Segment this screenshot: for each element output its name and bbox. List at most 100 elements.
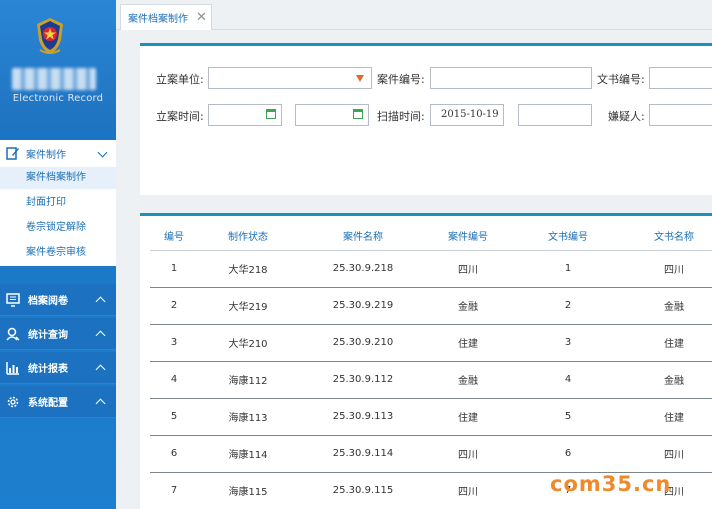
table-cell: 海康115 [198,472,298,509]
case-no-input[interactable] [430,67,592,89]
sidebar-item-file-review[interactable]: 案件卷宗审核 [0,242,116,264]
table-row[interactable]: 1 大华218 25.30.9.218 四川 1 四川 [150,250,712,288]
dropdown-caret-icon [356,75,364,82]
table-cell: 四川 [428,250,508,288]
table-cell: 海康112 [198,361,298,399]
table-cell: 海康113 [198,398,298,436]
table-cell: 金融 [428,287,508,325]
table-header-cell: 文书名称 [628,222,712,251]
scan-end-date-input[interactable] [518,104,592,126]
table-cell: 住建 [428,398,508,436]
filed-time-label: 立案时间: [156,110,204,123]
menu-group-label: 系统配置 [28,398,68,409]
table-cell: 25.30.9.113 [298,398,428,436]
sidebar-item-cover-print[interactable]: 封面打印 [0,192,116,214]
menu-group-label: 统计报表 [28,364,68,375]
table-cell: 25.30.9.114 [298,435,428,473]
table-cell: 4 [508,361,628,399]
search-form-panel: 立案单位: 案件编号: 文书编号: 立案时间: 扫描时间: 2015-10-19… [140,43,712,195]
table-cell: 2 [508,287,628,325]
sidebar-item-file-unlock[interactable]: 卷宗锁定解除 [0,217,116,239]
table-header-cell: 案件名称 [298,222,428,251]
table-cell: 6 [150,435,198,473]
table-header-cell: 案件编号 [428,222,508,251]
table-cell: 四川 [428,435,508,473]
blurred-system-title [12,68,96,90]
user-search-icon [6,327,20,341]
table-cell: 5 [150,398,198,436]
menu-group-label: 统计查询 [28,330,68,341]
table-cell: 海康114 [198,435,298,473]
chevron-up-icon [95,330,106,341]
table-row[interactable]: 6 海康114 25.30.9.114 四川 6 四川 [150,435,712,473]
doc-no-label: 文书编号: [597,73,645,86]
chevron-up-icon [95,398,106,409]
menu-group-case-production: 案件制作 案件档案制作 封面打印 卷宗锁定解除 案件卷宗审核 [0,140,116,266]
suspect-label: 嫌疑人: [608,110,645,123]
logo-area: Electronic Record [0,0,116,130]
table-cell: 大华210 [198,324,298,362]
chevron-up-icon [95,296,106,307]
table-cell: 25.30.9.112 [298,361,428,399]
scan-start-date-input[interactable]: 2015-10-19 [430,104,504,126]
table-cell: 住建 [628,398,712,436]
menu-group-statistics-query[interactable]: 统计查询 [0,318,116,350]
table-cell: 3 [150,324,198,362]
menu-group-statistics-report[interactable]: 统计报表 [0,352,116,384]
table-row[interactable]: 2 大华219 25.30.9.219 金融 2 金融 [150,287,712,325]
table-cell: 大华218 [198,250,298,288]
table-cell: 1 [150,250,198,288]
tab-bar: 案件档案制作 ✕ [116,0,712,30]
table-cell: 25.30.9.219 [298,287,428,325]
table-row[interactable]: 4 海康112 25.30.9.112 金融 4 金融 [150,361,712,399]
case-no-label: 案件编号: [377,73,425,86]
table-cell: 四川 [628,250,712,288]
table-cell: 7 [150,472,198,509]
table-cell: 金融 [428,361,508,399]
table-cell: 住建 [428,324,508,362]
chevron-up-icon [95,364,106,375]
scan-time-label: 扫描时间: [377,110,425,123]
table-cell: 4 [150,361,198,399]
bar-chart-icon [6,361,19,375]
table-header-cell: 文书编号 [508,222,628,251]
case-table: 编号 制作状态 案件名称 案件编号 文书编号 文书名称 1 大华218 25.30.9.218… [150,222,712,509]
table-cell: 住建 [628,324,712,362]
table-header-cell: 制作状态 [198,222,298,251]
unit-select[interactable] [208,67,372,89]
table-cell: 四川 [428,472,508,509]
gear-icon [7,396,19,407]
menu-group-archive-reading[interactable]: 档案阅卷 [0,284,116,316]
close-icon[interactable]: ✕ [196,11,207,24]
table-cell: 2 [150,287,198,325]
table-row[interactable]: 5 海康113 25.30.9.113 住建 5 住建 [150,398,712,436]
table-cell: 金融 [628,287,712,325]
document-edit-icon [6,147,19,160]
menu-group-label: 档案阅卷 [28,296,68,307]
suspect-input[interactable] [649,104,712,126]
table-cell: 5 [508,398,628,436]
monitor-icon [6,292,20,307]
doc-no-input[interactable] [649,67,712,89]
menu-group-system-config[interactable]: 系统配置 [0,386,116,418]
table-row[interactable]: 3 大华210 25.30.9.210 住建 3 住建 [150,324,712,362]
table-cell: 25.30.9.210 [298,324,428,362]
main-content: 立案单位: 案件编号: 文书编号: 立案时间: 扫描时间: 2015-10-19… [116,30,712,509]
watermark-text: com35.cn [550,472,672,496]
sidebar-item-case-archive-production[interactable]: 案件档案制作 [0,167,116,189]
calendar-icon[interactable] [266,109,276,119]
table-header-cell: 编号 [150,222,198,251]
chevron-down-icon [97,147,108,158]
table-cell: 1 [508,250,628,288]
menu-group-label: 案件制作 [26,149,66,161]
tab-case-archive-production[interactable]: 案件档案制作 ✕ [120,4,212,30]
sidebar: Electronic Record 案件制作 案件档案制作 封面打印 卷宗锁定解… [0,0,116,509]
calendar-icon[interactable] [353,109,363,119]
table-cell: 四川 [628,435,712,473]
police-emblem-logo [37,18,63,54]
table-cell: 3 [508,324,628,362]
menu-group-header-case-production[interactable]: 案件制作 [0,140,116,166]
logo-subtitle: Electronic Record [12,93,104,104]
tab-label: 案件档案制作 [128,14,188,25]
table-cell: 25.30.9.218 [298,250,428,288]
